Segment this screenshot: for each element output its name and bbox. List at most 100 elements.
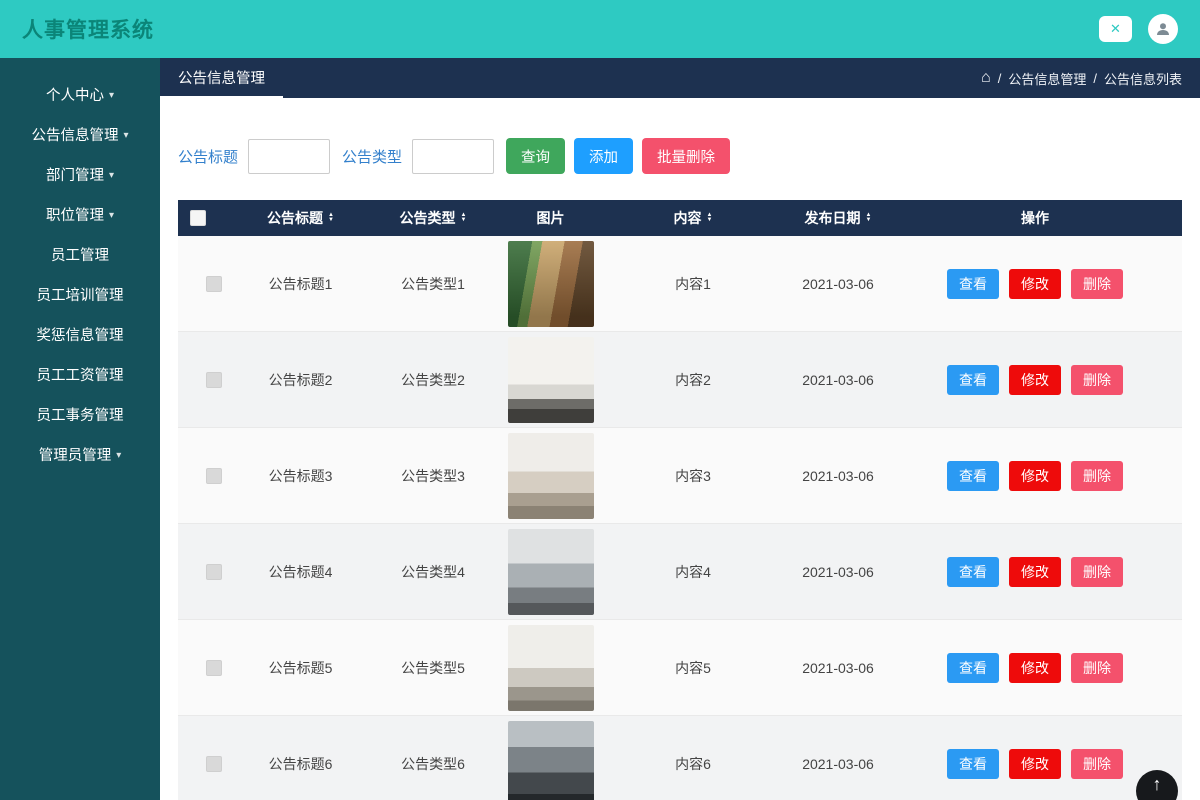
announcement-image-cell (503, 332, 598, 427)
column-header: 图片 (503, 200, 598, 236)
edit-button[interactable]: 修改 (1009, 557, 1061, 587)
row-checkbox[interactable] (206, 276, 222, 292)
user-icon (1155, 21, 1171, 37)
delete-button[interactable]: 删除 (1071, 653, 1123, 683)
sidebar-item[interactable]: 员工培训管理 (0, 274, 160, 314)
caret-down-icon: ▾ (109, 170, 114, 181)
row-checkbox[interactable] (206, 660, 222, 676)
edit-button[interactable]: 修改 (1009, 749, 1061, 779)
view-button[interactable]: 查看 (947, 749, 999, 779)
announcement-title: 公告标题6 (238, 716, 363, 800)
edit-button[interactable]: 修改 (1009, 653, 1061, 683)
delete-button[interactable]: 删除 (1071, 365, 1123, 395)
row-actions: 查看 修改 删除 (888, 524, 1182, 619)
announcement-type: 公告类型5 (363, 620, 503, 715)
breadcrumb-separator: / (998, 71, 1002, 86)
sidebar-item[interactable]: 部门管理▾ (0, 154, 160, 194)
row-checkbox-cell (178, 524, 238, 619)
delete-button[interactable]: 删除 (1071, 749, 1123, 779)
edit-button[interactable]: 修改 (1009, 365, 1061, 395)
announcement-content: 内容2 (598, 332, 788, 427)
announcement-date: 2021-03-06 (788, 236, 888, 331)
view-button[interactable]: 查看 (947, 653, 999, 683)
delete-button[interactable]: 删除 (1071, 269, 1123, 299)
row-checkbox[interactable] (206, 564, 222, 580)
breadcrumb-item-management[interactable]: 公告信息管理 (1008, 69, 1086, 88)
announcement-date: 2021-03-06 (788, 524, 888, 619)
sidebar-item-label: 职位管理 (46, 204, 104, 225)
add-button[interactable]: 添加 (574, 138, 633, 174)
fullscreen-icon: ✕ (1110, 21, 1121, 37)
announcement-title: 公告标题2 (238, 332, 363, 427)
sort-icon[interactable]: ▲▼ (866, 213, 872, 223)
caret-down-icon: ▾ (123, 130, 128, 141)
column-header[interactable]: 内容 ▲▼ (598, 200, 788, 236)
announcement-type: 公告类型4 (363, 524, 503, 619)
table-row: 公告标题6 公告类型6 内容6 2021-03-06 查看 修改 删除 (178, 716, 1182, 800)
search-toolbar: 公告标题 公告类型 查询 添加 批量删除 (160, 98, 1200, 174)
edit-button[interactable]: 修改 (1009, 269, 1061, 299)
breadcrumb: ⌂ / 公告信息管理 / 公告信息列表 (981, 58, 1182, 98)
column-header-label: 公告标题 (267, 208, 323, 228)
table-header-row: 公告标题▲▼公告类型▲▼图片内容▲▼发布日期▲▼操作 (178, 200, 1182, 236)
column-header[interactable]: 公告类型 ▲▼ (363, 200, 503, 236)
row-checkbox-cell (178, 236, 238, 331)
sidebar-item[interactable]: 职位管理▾ (0, 194, 160, 234)
announcement-title: 公告标题1 (238, 236, 363, 331)
column-header[interactable]: 公告标题 ▲▼ (238, 200, 363, 236)
view-button[interactable]: 查看 (947, 557, 999, 587)
title-search-input[interactable] (248, 139, 330, 174)
sidebar-item[interactable]: 公告信息管理 ▾ (0, 114, 160, 154)
announcement-title: 公告标题5 (238, 620, 363, 715)
sidebar-item[interactable]: 管理员管理 ▾ (0, 434, 160, 474)
select-all-checkbox[interactable] (190, 210, 206, 226)
delete-button[interactable]: 删除 (1071, 461, 1123, 491)
fullscreen-button[interactable]: ✕ (1099, 16, 1132, 42)
sort-icon[interactable]: ▲▼ (707, 213, 713, 223)
row-actions: 查看 修改 删除 (888, 620, 1182, 715)
app-title: 人事管理系统 (22, 14, 154, 44)
row-actions: 查看 修改 删除 (888, 332, 1182, 427)
announcement-image (508, 625, 594, 711)
row-checkbox[interactable] (206, 372, 222, 388)
query-button[interactable]: 查询 (506, 138, 565, 174)
view-button[interactable]: 查看 (947, 269, 999, 299)
view-button[interactable]: 查看 (947, 365, 999, 395)
sidebar-item[interactable]: 员工管理 (0, 234, 160, 274)
announcement-title: 公告标题4 (238, 524, 363, 619)
batch-delete-button[interactable]: 批量删除 (642, 138, 730, 174)
caret-down-icon: ▾ (116, 450, 121, 461)
row-checkbox[interactable] (206, 756, 222, 772)
row-checkbox[interactable] (206, 468, 222, 484)
sidebar-item-label: 公告信息管理 (31, 124, 118, 145)
announcement-content: 内容1 (598, 236, 788, 331)
column-header-label: 公告类型 (400, 208, 456, 228)
sidebar-item-label: 管理员管理 (39, 444, 112, 465)
user-avatar-button[interactable] (1148, 14, 1178, 44)
sidebar-item-label: 奖惩信息管理 (37, 324, 124, 345)
table-row: 公告标题1 公告类型1 内容1 2021-03-06 查看 修改 删除 (178, 236, 1182, 332)
announcement-content: 内容5 (598, 620, 788, 715)
main-content: 公告信息管理 ⌂ / 公告信息管理 / 公告信息列表 公告标题 公告类型 查询 … (160, 58, 1200, 800)
sort-icon[interactable]: ▲▼ (461, 213, 467, 223)
home-icon[interactable]: ⌂ (981, 70, 991, 86)
tab-announcement-management[interactable]: 公告信息管理 (160, 58, 283, 98)
row-checkbox-cell (178, 716, 238, 800)
column-header[interactable]: 发布日期▲▼ (788, 200, 888, 236)
breadcrumb-item-list[interactable]: 公告信息列表 (1104, 69, 1182, 88)
view-button[interactable]: 查看 (947, 461, 999, 491)
sidebar-item[interactable]: 员工工资管理 (0, 354, 160, 394)
sidebar-item[interactable]: 个人中心▾ (0, 74, 160, 114)
announcement-image (508, 433, 594, 519)
sidebar-item[interactable]: 员工事务管理 (0, 394, 160, 434)
delete-button[interactable]: 删除 (1071, 557, 1123, 587)
announcement-image (508, 721, 594, 800)
type-search-input[interactable] (412, 139, 494, 174)
column-header-label: 内容 (674, 208, 702, 228)
sort-icon[interactable]: ▲▼ (328, 213, 334, 223)
sidebar-item-label: 员工管理 (51, 244, 109, 265)
edit-button[interactable]: 修改 (1009, 461, 1061, 491)
sidebar-item[interactable]: 奖惩信息管理 (0, 314, 160, 354)
select-all-cell (178, 200, 238, 236)
column-header-label: 操作 (1021, 208, 1049, 228)
